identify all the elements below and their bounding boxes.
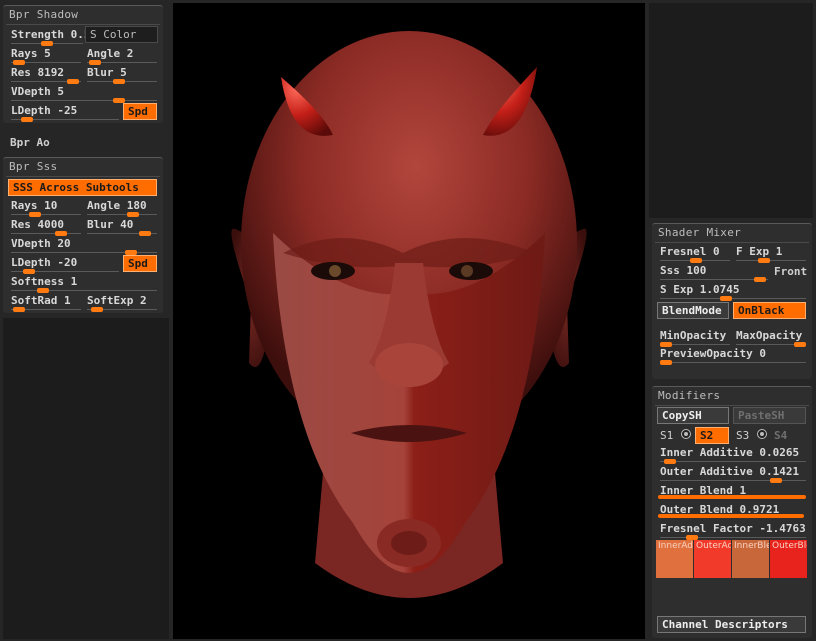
f-exp-slider[interactable]: F Exp 1 — [736, 244, 806, 263]
sss-spd-button[interactable]: Spd — [123, 255, 157, 272]
s4-label[interactable]: S4 — [774, 429, 787, 442]
shader-mixer-title[interactable]: Shader Mixer — [658, 226, 741, 239]
shadow-rays-slider[interactable]: Rays 5 — [11, 46, 81, 65]
shadow-blur-slider[interactable]: Blur 5 — [87, 65, 157, 84]
min-opacity-slider[interactable]: MinOpacity — [660, 328, 730, 347]
inner-blend-bar[interactable] — [658, 495, 806, 499]
blendmode-button[interactable]: BlendMode — [657, 302, 729, 319]
sss-ldepth-slider[interactable]: LDepth -20 — [11, 255, 119, 274]
shadow-spd-button[interactable]: Spd — [123, 103, 157, 120]
fresnel-slider[interactable]: Fresnel 0 — [660, 244, 730, 263]
shadow-strength-slider[interactable]: Strength 0.5 — [11, 27, 90, 46]
front-label[interactable]: Front — [774, 265, 807, 278]
sss-rays-slider[interactable]: Rays 10 — [11, 198, 81, 217]
shadow-ldepth-slider[interactable]: LDepth -25 — [11, 103, 119, 122]
bpr-sss-panel: Bpr Sss SSS Across Subtools Rays 10 Angl… — [3, 157, 163, 313]
outer-blend-slider[interactable]: Outer Blend 0.9721 — [660, 502, 806, 521]
shadow-angle-slider[interactable]: Angle 2 — [87, 46, 157, 65]
document-canvas[interactable] — [173, 3, 645, 639]
preview-opacity-slider[interactable]: PreviewOpacity 0 — [660, 346, 806, 365]
s1-radio[interactable] — [681, 429, 691, 439]
bpr-shadow-panel: Bpr Shadow Strength 0.5 S Color Rays 5 A… — [3, 5, 163, 123]
right-tray-empty — [649, 3, 813, 218]
max-opacity-slider[interactable]: MaxOpacity — [736, 328, 806, 347]
s2-button[interactable]: S2 — [695, 427, 729, 444]
sss-vdepth-slider[interactable]: VDepth 20 — [11, 236, 157, 255]
sss-softrad-slider[interactable]: SoftRad 1 — [11, 293, 81, 312]
outer-additive-slider[interactable]: Outer Additive 0.1421 — [660, 464, 806, 483]
s-exp-slider[interactable]: S Exp 1.0745 — [660, 282, 806, 301]
left-tray-empty — [3, 318, 169, 639]
channel-descriptors-button[interactable]: Channel Descriptors — [657, 616, 806, 633]
sss-mix-slider[interactable]: Sss 100 — [660, 263, 768, 282]
s1-label: S1 — [660, 429, 674, 442]
s3-label: S3 — [736, 429, 750, 442]
inner-blend-slider[interactable]: Inner Blend 1 — [660, 483, 806, 502]
bpr-shadow-title[interactable]: Bpr Shadow — [9, 8, 78, 21]
swatch-inner-blend[interactable]: InnerBle — [732, 540, 769, 578]
shadow-color-field[interactable]: S Color — [85, 26, 158, 43]
shader-mixer-panel: Shader Mixer Fresnel 0 F Exp 1 Sss 100 F… — [652, 223, 812, 379]
inner-additive-slider[interactable]: Inner Additive 0.0265 — [660, 445, 806, 464]
sss-softness-slider[interactable]: Softness 1 — [11, 274, 157, 293]
sss-blur-slider[interactable]: Blur 40 — [87, 217, 157, 236]
modifiers-title[interactable]: Modifiers — [658, 389, 720, 402]
sss-res-slider[interactable]: Res 4000 — [11, 217, 81, 236]
swatch-inner-additive[interactable]: InnerAd — [656, 540, 693, 578]
sss-softexp-slider[interactable]: SoftExp 2 — [87, 293, 157, 312]
demon-head-render — [231, 31, 587, 598]
pastesh-button[interactable]: PasteSH — [733, 407, 806, 424]
modifiers-panel: Modifiers CopySH PasteSH S1 S2 S3 S4 Inn… — [652, 386, 812, 638]
swatch-outer-blend[interactable]: OuterBle — [770, 540, 807, 578]
sss-angle-slider[interactable]: Angle 180 — [87, 198, 157, 217]
bpr-ao-title[interactable]: Bpr Ao — [10, 136, 50, 149]
swatch-outer-additive[interactable]: OuterAd — [694, 540, 731, 578]
bpr-sss-title[interactable]: Bpr Sss — [9, 160, 57, 173]
sss-across-subtools-button[interactable]: SSS Across Subtools — [8, 179, 157, 196]
outer-blend-bar[interactable] — [658, 514, 804, 518]
shadow-res-slider[interactable]: Res 8192 — [11, 65, 81, 84]
copysh-button[interactable]: CopySH — [657, 407, 729, 424]
fresnel-factor-slider[interactable]: Fresnel Factor -1.4763 — [660, 521, 806, 540]
onblack-button[interactable]: OnBlack — [733, 302, 806, 319]
shadow-vdepth-slider[interactable]: VDepth 5 — [11, 84, 157, 103]
s3-radio[interactable] — [757, 429, 767, 439]
